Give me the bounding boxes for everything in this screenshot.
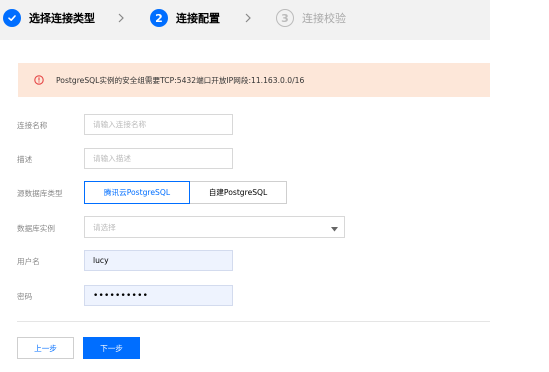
option-tencent-postgresql[interactable]: 腾讯云PostgreSQL [84,181,190,204]
security-group-alert: PostgreSQL实例的安全组需要TCP:5432端口开放IP网段:11.16… [18,63,490,97]
username-label: 用户名 [17,257,40,266]
step-1: 选择连接类型 [3,0,95,36]
source-db-type-label: 源数据库类型 [17,189,63,198]
description-label: 描述 [17,155,33,164]
step-2: 2 连接配置 [150,0,220,36]
next-step-button[interactable]: 下一步 [83,337,140,359]
connection-name-input[interactable]: 请输入连接名称 [84,114,233,135]
step-2-label: 连接配置 [176,12,220,25]
db-instance-placeholder: 请选择 [93,222,116,232]
db-instance-select[interactable]: 请选择 [84,216,345,238]
alert-text: PostgreSQL实例的安全组需要TCP:5432端口开放IP网段:11.16… [56,75,305,85]
caret-down-icon [331,225,338,234]
divider [17,321,490,322]
password-input[interactable]: •••••••••• [84,285,233,306]
db-instance-label: 数据库实例 [17,224,55,233]
description-input[interactable]: 请输入描述 [84,148,233,169]
step-3: 3 连接校验 [276,0,346,36]
chevron-right-icon [117,0,125,36]
step-3-number: 3 [276,9,294,27]
username-input[interactable]: lucy [84,250,233,271]
password-label: 密码 [17,292,33,301]
steps-bar: 选择连接类型 2 连接配置 3 连接校验 [0,0,490,40]
check-icon [3,9,21,27]
warning-circle-icon [34,75,44,85]
option-self-built-postgresql[interactable]: 自建PostgreSQL [189,181,287,204]
step-3-label: 连接校验 [302,12,346,25]
step-1-label: 选择连接类型 [29,12,95,25]
prev-step-button[interactable]: 上一步 [17,337,74,359]
step-2-number: 2 [150,9,168,27]
chevron-right-icon [244,0,252,36]
connection-name-label: 连接名称 [17,121,48,130]
